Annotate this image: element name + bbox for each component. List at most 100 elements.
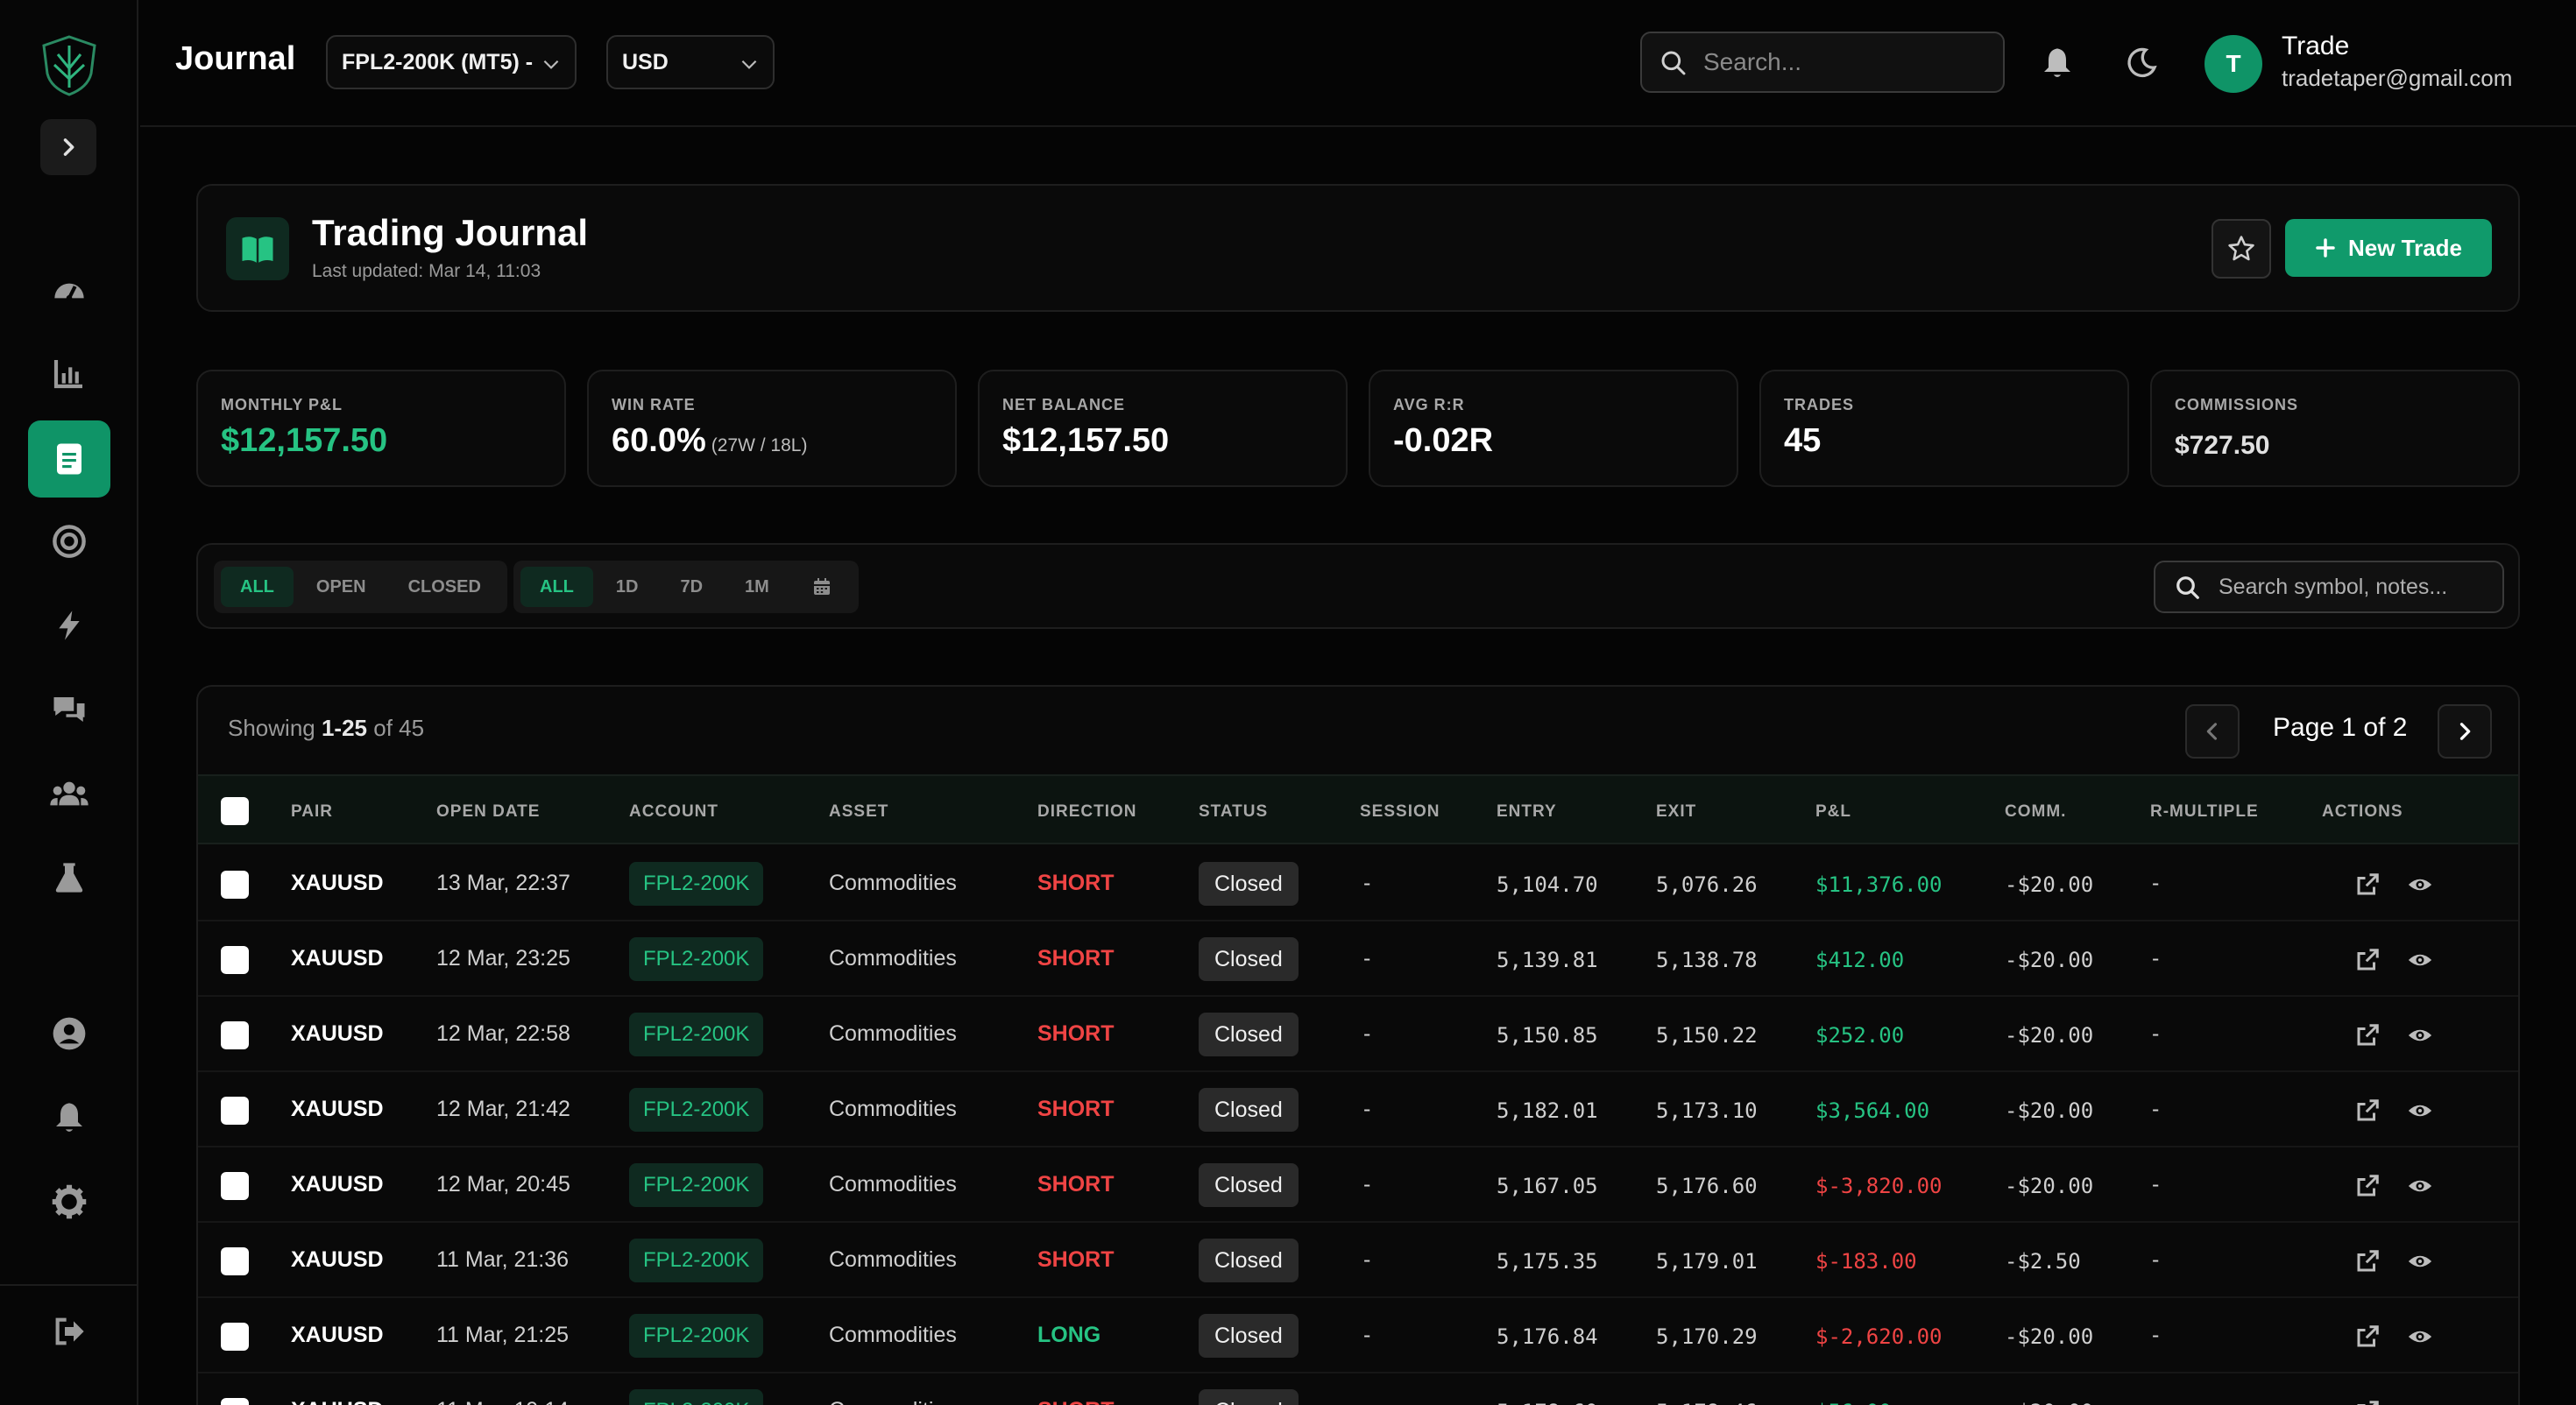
next-page-button[interactable]: [2438, 704, 2492, 759]
nav-logout[interactable]: [28, 1293, 110, 1370]
view-trade-button[interactable]: [2404, 1246, 2436, 1277]
cell-session: -: [1363, 1097, 1371, 1121]
select-all-checkbox[interactable]: [221, 797, 249, 825]
cell-direction: SHORT: [1037, 1398, 1115, 1405]
row-checkbox[interactable]: [221, 1172, 249, 1200]
theme-toggle[interactable]: [2120, 42, 2162, 84]
cell-pair: XAUUSD: [291, 1097, 384, 1121]
edit-trade-button[interactable]: [2352, 1020, 2383, 1051]
filter-period-7d[interactable]: 7D: [661, 567, 722, 607]
filter-period-all[interactable]: ALL: [520, 567, 593, 607]
eye-icon: [2408, 1029, 2432, 1041]
view-trade-button[interactable]: [2404, 1170, 2436, 1202]
top-bar: Journal FPL2-200K (MT5) - USD Search... …: [140, 0, 2576, 127]
cell-pair: XAUUSD: [291, 1247, 384, 1272]
edit-trade-button[interactable]: [2352, 1396, 2383, 1405]
logo-icon[interactable]: [39, 33, 100, 98]
view-trade-button[interactable]: [2404, 1095, 2436, 1126]
table-row[interactable]: XAUUSD 11 Mar, 19:14 FPL2-200K Commodities S…: [198, 1373, 2518, 1405]
nav-notifications[interactable]: [28, 1079, 110, 1156]
col-exit[interactable]: EXIT: [1656, 802, 1696, 822]
stat-net-balance: NET BALANCE $12,157.50: [978, 370, 1348, 487]
flask-icon: [55, 863, 83, 893]
expand-sidebar-button[interactable]: [40, 119, 96, 175]
filter-period-1d[interactable]: 1D: [597, 567, 658, 607]
nav-lab[interactable]: [28, 839, 110, 916]
view-trade-button[interactable]: [2404, 944, 2436, 976]
row-checkbox[interactable]: [221, 1021, 249, 1049]
table-row[interactable]: XAUUSD 12 Mar, 22:58 FPL2-200K Commodities S…: [198, 997, 2518, 1072]
col-pair[interactable]: PAIR: [291, 802, 333, 822]
nav-chat[interactable]: [28, 671, 110, 748]
new-trade-button[interactable]: New Trade: [2285, 219, 2492, 277]
view-trade-button[interactable]: [2404, 1321, 2436, 1352]
col-pnl[interactable]: P&L: [1815, 802, 1851, 822]
target-icon: [53, 525, 86, 558]
cell-r-multiple: -: [2152, 1097, 2160, 1121]
stat-label: MONTHLY P&L: [221, 396, 343, 413]
col-open-date[interactable]: OPEN DATE: [436, 802, 540, 822]
global-search-input[interactable]: Search...: [1640, 32, 2005, 93]
table-row[interactable]: XAUUSD 12 Mar, 23:25 FPL2-200K Commodities S…: [198, 921, 2518, 997]
edit-trade-button[interactable]: [2352, 1170, 2383, 1202]
chevron-left-icon: [2206, 723, 2218, 740]
cell-session: -: [1363, 1247, 1371, 1272]
table-row[interactable]: XAUUSD 12 Mar, 20:45 FPL2-200K Commodities S…: [198, 1147, 2518, 1223]
col-asset[interactable]: ASSET: [829, 802, 888, 822]
cell-session: -: [1363, 1398, 1370, 1405]
nav-goals[interactable]: [28, 503, 110, 580]
col-status[interactable]: STATUS: [1199, 802, 1268, 822]
sidebar: [0, 0, 138, 1405]
filter-status-closed[interactable]: CLOSED: [389, 567, 500, 607]
edit-trade-button[interactable]: [2352, 944, 2383, 976]
table-row[interactable]: XAUUSD 11 Mar, 21:25 FPL2-200K Commodities L…: [198, 1298, 2518, 1373]
cell-entry: 5,104.70: [1497, 872, 1598, 897]
prev-page-button[interactable]: [2185, 704, 2240, 759]
nav-settings[interactable]: [28, 1163, 110, 1240]
row-checkbox[interactable]: [221, 946, 249, 974]
col-entry[interactable]: ENTRY: [1497, 802, 1557, 822]
cell-comm: -$20.00: [2005, 1400, 2093, 1405]
edit-trade-button[interactable]: [2352, 1246, 2383, 1277]
table-row[interactable]: XAUUSD 12 Mar, 21:42 FPL2-200K Commodities S…: [198, 1072, 2518, 1147]
external-link-icon: [2357, 949, 2379, 971]
nav-strategies[interactable]: [28, 587, 110, 664]
row-checkbox[interactable]: [221, 871, 249, 899]
view-trade-button[interactable]: [2404, 1396, 2436, 1405]
col-account[interactable]: ACCOUNT: [629, 802, 718, 822]
nav-analytics[interactable]: [28, 335, 110, 412]
nav-community[interactable]: [28, 755, 110, 832]
view-trade-button[interactable]: [2404, 1020, 2436, 1051]
nav-journal[interactable]: [28, 420, 110, 498]
avatar[interactable]: T: [2204, 35, 2262, 93]
edit-trade-button[interactable]: [2352, 1321, 2383, 1352]
chevron-down-icon: [543, 60, 559, 69]
account-selector[interactable]: FPL2-200K (MT5) -: [326, 35, 577, 89]
row-checkbox[interactable]: [221, 1398, 249, 1405]
date-picker-button[interactable]: [792, 567, 852, 607]
row-checkbox[interactable]: [221, 1097, 249, 1125]
nav-profile[interactable]: [28, 995, 110, 1072]
edit-trade-button[interactable]: [2352, 869, 2383, 900]
favorite-button[interactable]: [2212, 219, 2271, 279]
filter-status-open[interactable]: OPEN: [297, 567, 386, 607]
row-checkbox[interactable]: [221, 1323, 249, 1351]
col-r-multiple[interactable]: R-MULTIPLE: [2150, 802, 2259, 822]
stat-label: TRADES: [1784, 396, 1855, 413]
row-checkbox[interactable]: [221, 1247, 249, 1275]
table-row[interactable]: XAUUSD 13 Mar, 22:37 FPL2-200K Commodities S…: [198, 846, 2518, 921]
table-row[interactable]: XAUUSD 11 Mar, 21:36 FPL2-200K Commodities S…: [198, 1223, 2518, 1298]
cell-exit: 5,179.01: [1656, 1249, 1758, 1274]
currency-selector[interactable]: USD: [606, 35, 775, 89]
col-direction[interactable]: DIRECTION: [1037, 802, 1137, 822]
trade-search-input[interactable]: Search symbol, notes...: [2154, 561, 2504, 613]
col-session[interactable]: SESSION: [1360, 802, 1440, 822]
nav-dashboard[interactable]: [28, 252, 110, 329]
col-comm[interactable]: COMM.: [2005, 802, 2066, 822]
notifications-button[interactable]: [2036, 42, 2078, 84]
filter-bar: ALL OPEN CLOSED ALL 1D 7D 1M Search symb…: [196, 543, 2520, 629]
edit-trade-button[interactable]: [2352, 1095, 2383, 1126]
view-trade-button[interactable]: [2404, 869, 2436, 900]
filter-status-all[interactable]: ALL: [221, 567, 294, 607]
filter-period-1m[interactable]: 1M: [725, 567, 789, 607]
